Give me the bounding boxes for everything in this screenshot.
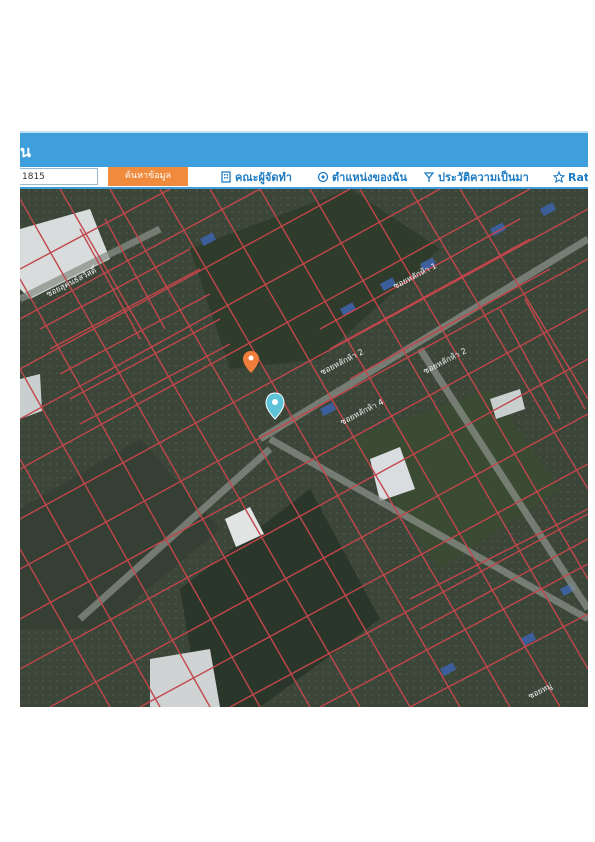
app-title: น (20, 142, 31, 161)
map-view[interactable]: ซอยสุคนธ์สวัสดิ์ ซอยหลักห้า 2 ซอยหลักห้า… (20, 189, 588, 707)
menu-label-rating: Rat (568, 170, 588, 184)
menu-item-team[interactable]: คณะผู้จัดทำ (220, 169, 292, 185)
location-target-icon (317, 171, 329, 183)
building-roof (150, 649, 220, 707)
satellite-map: ซอยสุคนธ์สวัสดิ์ ซอยหลักห้า 2 ซอยหลักห้า… (20, 189, 588, 707)
menu-label-team: คณะผู้จัดทำ (235, 171, 292, 184)
menu-item-my-location[interactable]: ตำแหน่งของฉัน (317, 169, 407, 185)
menu-item-rating[interactable]: Rat (553, 169, 588, 185)
screenshot-frame: น 1815 ค้นหาข้อมูล คณะผู้จัดทำ ตำแหน่งขอ… (20, 131, 588, 707)
title-bar: น (20, 131, 588, 167)
search-button[interactable]: ค้นหาข้อมูล (108, 167, 188, 186)
menu-label-history: ประวัติความเป็นมา (438, 171, 529, 184)
menu-label-my-location: ตำแหน่งของฉัน (332, 171, 408, 184)
building-icon (221, 171, 231, 183)
history-icon (423, 172, 435, 182)
toolbar: 1815 ค้นหาข้อมูล คณะผู้จัดทำ ตำแหน่งของฉ… (20, 167, 588, 189)
page: { "header": { "title": "น" }, "search": … (0, 0, 595, 842)
rating-icon (553, 171, 565, 183)
search-input[interactable]: 1815 (20, 168, 98, 185)
menu-item-history[interactable]: ประวัติความเป็นมา (423, 169, 529, 185)
